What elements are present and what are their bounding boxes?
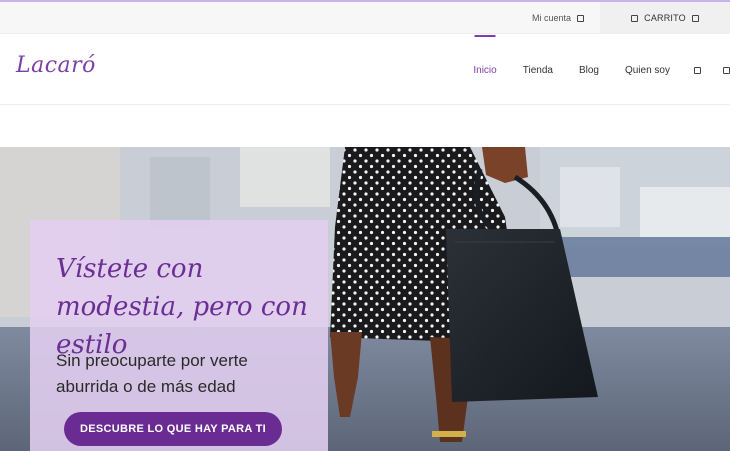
nav-item-tienda[interactable]: Tienda bbox=[510, 35, 566, 105]
square-icon bbox=[631, 14, 639, 22]
nav-item-blog[interactable]: Blog bbox=[566, 35, 612, 105]
top-bar: Mi cuenta CARRITO bbox=[0, 2, 730, 34]
discover-button[interactable]: DESCUBRE LO QUE HAY PARA TI bbox=[64, 412, 282, 446]
account-label: Mi cuenta bbox=[532, 13, 572, 23]
nav-icon-button[interactable] bbox=[683, 35, 712, 105]
square-icon bbox=[691, 14, 699, 22]
main-nav: Inicio Tienda Blog Quien soy bbox=[460, 35, 730, 105]
square-icon bbox=[577, 14, 585, 22]
cart-label: CARRITO bbox=[644, 13, 686, 23]
hero-subtitle: Sin preocuparte por verte aburrida o de … bbox=[56, 351, 248, 396]
nav-icon-button[interactable] bbox=[712, 35, 730, 105]
square-icon bbox=[694, 66, 701, 74]
account-link[interactable]: Mi cuenta bbox=[532, 2, 585, 34]
promo-panel: Vístete con modestia, pero con estilo Si… bbox=[30, 220, 328, 451]
hero-banner: Vístete con modestia, pero con estilo Si… bbox=[0, 147, 730, 451]
cart-button[interactable]: CARRITO bbox=[600, 2, 730, 34]
nav-item-quien-soy[interactable]: Quien soy bbox=[612, 35, 683, 105]
square-icon bbox=[723, 66, 730, 74]
hero-title: Vístete con modestia, pero con estilo bbox=[56, 254, 308, 360]
site-logo[interactable]: Lacaró bbox=[16, 53, 96, 78]
nav-item-inicio[interactable]: Inicio bbox=[460, 35, 509, 105]
page: Mi cuenta CARRITO Lacaró Inicio Tienda B… bbox=[0, 0, 730, 451]
site-header: Lacaró Inicio Tienda Blog Quien soy bbox=[0, 35, 730, 105]
